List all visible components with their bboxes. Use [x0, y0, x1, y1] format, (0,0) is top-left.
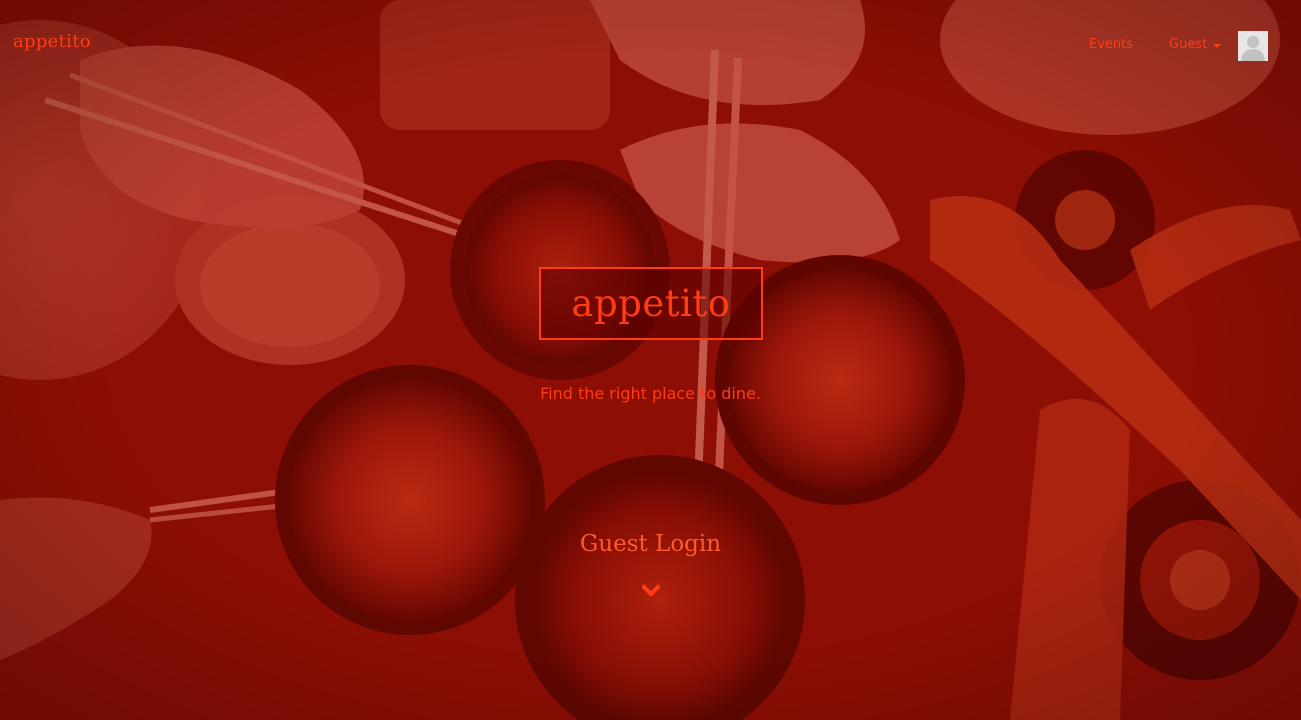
hero-logo-text: appetito: [571, 282, 731, 325]
background-food-photo: [0, 0, 1301, 720]
guest-user-menu[interactable]: Guest: [1169, 37, 1222, 52]
hero-section: appetito Events Guest appetito Find the …: [0, 0, 1301, 720]
nav-brand-logo[interactable]: appetito: [13, 31, 91, 52]
nav-events-link[interactable]: Events: [1089, 37, 1133, 52]
guest-login-button[interactable]: Guest Login: [0, 531, 1301, 557]
user-avatar[interactable]: [1238, 31, 1268, 61]
guest-login-label: Guest Login: [579, 531, 722, 557]
caret-down-icon: [1213, 43, 1222, 48]
hero-tagline: Find the right place to dine.: [540, 384, 761, 403]
default-user-avatar-icon: [1238, 31, 1268, 61]
hero-logo-box: appetito: [539, 267, 763, 340]
guest-user-label: Guest: [1169, 37, 1208, 52]
chevron-down-icon[interactable]: [642, 584, 660, 598]
